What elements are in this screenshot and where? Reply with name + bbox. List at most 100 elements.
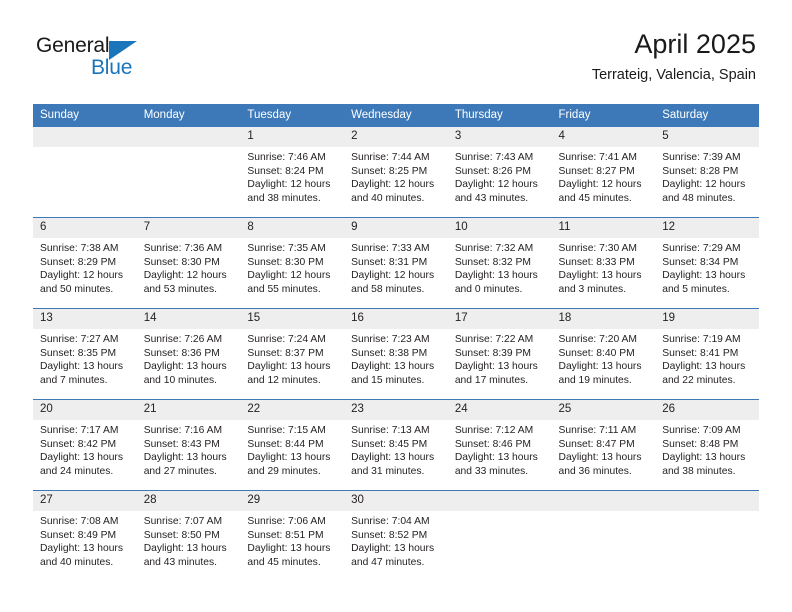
sunset-text: Sunset: 8:27 PM (558, 165, 635, 177)
sunrise-text: Sunrise: 7:46 AM (247, 152, 326, 163)
day-details: Sunrise: 7:12 AM Sunset: 8:46 PM Daylight:… (448, 420, 552, 478)
calendar-day-cell[interactable]: 30 Sunrise: 7:04 AM Sunset: 8:52 PM Dayligh… (344, 490, 448, 581)
day-number (136, 127, 241, 147)
weekday-header-saturday: Saturday (655, 104, 759, 127)
day-number: 9 (344, 218, 448, 238)
day-details: Sunrise: 7:24 AM Sunset: 8:37 PM Daylight:… (240, 329, 344, 387)
day-number: 20 (33, 400, 137, 420)
day-number: 12 (655, 218, 759, 238)
sunrise-text: Sunrise: 7:36 AM (143, 243, 223, 254)
calendar-day-cell[interactable]: 29 Sunrise: 7:06 AM Sunset: 8:51 PM Dayligh… (240, 490, 345, 581)
daylight-text-line2: and 36 minutes. (558, 465, 632, 477)
calendar-week-row: 13 Sunrise: 7:27 AM Sunset: 8:35 PM Dayligh… (33, 308, 759, 400)
day-details: Sunrise: 7:46 AM Sunset: 8:24 PM Daylight:… (240, 147, 344, 205)
daylight-text-line1: Daylight: 13 hours (558, 270, 642, 282)
calendar-day-cell[interactable]: 24 Sunrise: 7:12 AM Sunset: 8:46 PM Dayligh… (447, 399, 552, 491)
calendar-week-row: 6 Sunrise: 7:38 AM Sunset: 8:29 PM Daylight… (33, 217, 759, 309)
day-number: 16 (344, 309, 448, 329)
calendar-day-cell-empty (136, 126, 241, 218)
daylight-text-line2: and 3 minutes. (558, 283, 627, 295)
sunset-text: Sunset: 8:28 PM (662, 165, 739, 177)
daylight-text-line1: Daylight: 13 hours (40, 543, 123, 555)
calendar-day-cell[interactable]: 21 Sunrise: 7:16 AM Sunset: 8:43 PM Dayligh… (136, 399, 241, 491)
sunset-text: Sunset: 8:38 PM (351, 347, 428, 359)
day-number: 23 (344, 400, 448, 420)
calendar-day-cell[interactable]: 7 Sunrise: 7:36 AM Sunset: 8:30 PM Daylight… (136, 217, 241, 309)
calendar-day-cell[interactable]: 16 Sunrise: 7:23 AM Sunset: 8:38 PM Dayligh… (344, 308, 448, 400)
sunrise-text: Sunrise: 7:43 AM (454, 152, 534, 163)
calendar-day-cell[interactable]: 11 Sunrise: 7:30 AM Sunset: 8:33 PM Dayligh… (551, 217, 656, 309)
sunrise-text: Sunrise: 7:41 AM (558, 152, 637, 163)
calendar-day-cell[interactable]: 15 Sunrise: 7:24 AM Sunset: 8:37 PM Dayligh… (240, 308, 345, 400)
daylight-text-line2: and 29 minutes. (247, 465, 321, 477)
day-number: 14 (136, 309, 241, 329)
daylight-text-line1: Daylight: 13 hours (143, 543, 227, 555)
calendar-day-cell[interactable]: 4 Sunrise: 7:41 AM Sunset: 8:27 PM Daylight… (551, 126, 656, 218)
day-details: Sunrise: 7:16 AM Sunset: 8:43 PM Daylight:… (137, 420, 241, 478)
sunrise-text: Sunrise: 7:09 AM (662, 425, 741, 436)
calendar-day-cell[interactable]: 12 Sunrise: 7:29 AM Sunset: 8:34 PM Dayligh… (655, 217, 759, 309)
daylight-text-line2: and 38 minutes. (247, 192, 321, 204)
day-number: 30 (344, 491, 448, 511)
daylight-text-line2: and 10 minutes. (143, 374, 217, 386)
calendar-day-cell[interactable]: 1 Sunrise: 7:46 AM Sunset: 8:24 PM Daylight… (240, 126, 345, 218)
sunrise-text: Sunrise: 7:22 AM (454, 334, 534, 345)
calendar-day-cell[interactable]: 27 Sunrise: 7:08 AM Sunset: 8:49 PM Dayligh… (33, 490, 137, 581)
calendar-header-row: Sunday Monday Tuesday Wednesday Thursday… (33, 104, 759, 127)
day-number: 26 (655, 400, 759, 420)
calendar-day-cell[interactable]: 13 Sunrise: 7:27 AM Sunset: 8:35 PM Dayligh… (33, 308, 137, 400)
sunset-text: Sunset: 8:39 PM (454, 347, 531, 359)
sunrise-text: Sunrise: 7:12 AM (454, 425, 534, 436)
sunrise-text: Sunrise: 7:11 AM (558, 425, 637, 436)
calendar-day-cell[interactable]: 19 Sunrise: 7:19 AM Sunset: 8:41 PM Dayligh… (655, 308, 759, 400)
calendar-day-cell[interactable]: 10 Sunrise: 7:32 AM Sunset: 8:32 PM Dayligh… (447, 217, 552, 309)
calendar-day-cell[interactable]: 23 Sunrise: 7:13 AM Sunset: 8:45 PM Dayligh… (344, 399, 448, 491)
daylight-text-line1: Daylight: 12 hours (247, 270, 331, 282)
sunset-text: Sunset: 8:46 PM (454, 438, 531, 450)
calendar-day-cell[interactable]: 20 Sunrise: 7:17 AM Sunset: 8:42 PM Dayligh… (33, 399, 137, 491)
calendar-day-cell-empty (33, 126, 137, 218)
daylight-text-line1: Daylight: 12 hours (351, 179, 435, 191)
daylight-text-line2: and 27 minutes. (143, 465, 217, 477)
daylight-text-line2: and 45 minutes. (558, 192, 632, 204)
sunset-text: Sunset: 8:33 PM (558, 256, 635, 268)
calendar-day-cell[interactable]: 9 Sunrise: 7:33 AM Sunset: 8:31 PM Daylight… (344, 217, 448, 309)
calendar-day-cell[interactable]: 2 Sunrise: 7:44 AM Sunset: 8:25 PM Daylight… (344, 126, 448, 218)
sunrise-text: Sunrise: 7:07 AM (143, 516, 223, 527)
daylight-text-line2: and 38 minutes. (662, 465, 736, 477)
day-number: 28 (136, 491, 241, 511)
daylight-text-line1: Daylight: 13 hours (40, 361, 123, 373)
day-number: 5 (655, 127, 759, 147)
calendar-day-cell[interactable]: 8 Sunrise: 7:35 AM Sunset: 8:30 PM Daylight… (240, 217, 345, 309)
calendar-day-cell[interactable]: 6 Sunrise: 7:38 AM Sunset: 8:29 PM Daylight… (33, 217, 137, 309)
calendar-day-cell[interactable]: 22 Sunrise: 7:15 AM Sunset: 8:44 PM Dayligh… (240, 399, 345, 491)
day-number: 3 (447, 127, 552, 147)
daylight-text-line2: and 43 minutes. (454, 192, 529, 204)
sunrise-text: Sunrise: 7:13 AM (351, 425, 430, 436)
daylight-text-line1: Daylight: 13 hours (454, 361, 538, 373)
sunrise-text: Sunrise: 7:19 AM (662, 334, 741, 345)
weekday-header-sunday: Sunday (33, 104, 137, 127)
calendar-day-cell[interactable]: 5 Sunrise: 7:39 AM Sunset: 8:28 PM Daylight… (655, 126, 759, 218)
sunrise-text: Sunrise: 7:06 AM (247, 516, 326, 527)
calendar-day-cell[interactable]: 14 Sunrise: 7:26 AM Sunset: 8:36 PM Dayligh… (136, 308, 241, 400)
calendar-day-cell[interactable]: 28 Sunrise: 7:07 AM Sunset: 8:50 PM Dayligh… (136, 490, 241, 581)
calendar-day-cell[interactable]: 25 Sunrise: 7:11 AM Sunset: 8:47 PM Dayligh… (551, 399, 656, 491)
sunset-text: Sunset: 8:37 PM (247, 347, 324, 359)
sunrise-text: Sunrise: 7:17 AM (40, 425, 119, 436)
calendar-day-cell[interactable]: 26 Sunrise: 7:09 AM Sunset: 8:48 PM Dayligh… (655, 399, 759, 491)
sunset-text: Sunset: 8:49 PM (40, 529, 117, 541)
calendar-day-cell[interactable]: 17 Sunrise: 7:22 AM Sunset: 8:39 PM Dayligh… (447, 308, 552, 400)
calendar-day-cell[interactable]: 18 Sunrise: 7:20 AM Sunset: 8:40 PM Dayligh… (551, 308, 656, 400)
day-details: Sunrise: 7:04 AM Sunset: 8:52 PM Daylight:… (344, 511, 448, 569)
daylight-text-line2: and 17 minutes. (454, 374, 529, 386)
sunset-text: Sunset: 8:32 PM (454, 256, 531, 268)
calendar-day-cell[interactable]: 3 Sunrise: 7:43 AM Sunset: 8:26 PM Daylight… (447, 126, 552, 218)
day-details: Sunrise: 7:36 AM Sunset: 8:30 PM Daylight:… (137, 238, 241, 296)
day-number (551, 491, 656, 511)
day-number: 19 (655, 309, 759, 329)
daylight-text-line2: and 40 minutes. (40, 556, 114, 568)
day-details: Sunrise: 7:11 AM Sunset: 8:47 PM Daylight:… (552, 420, 656, 478)
day-details: Sunrise: 7:41 AM Sunset: 8:27 PM Daylight:… (552, 147, 656, 205)
day-number: 27 (33, 491, 137, 511)
